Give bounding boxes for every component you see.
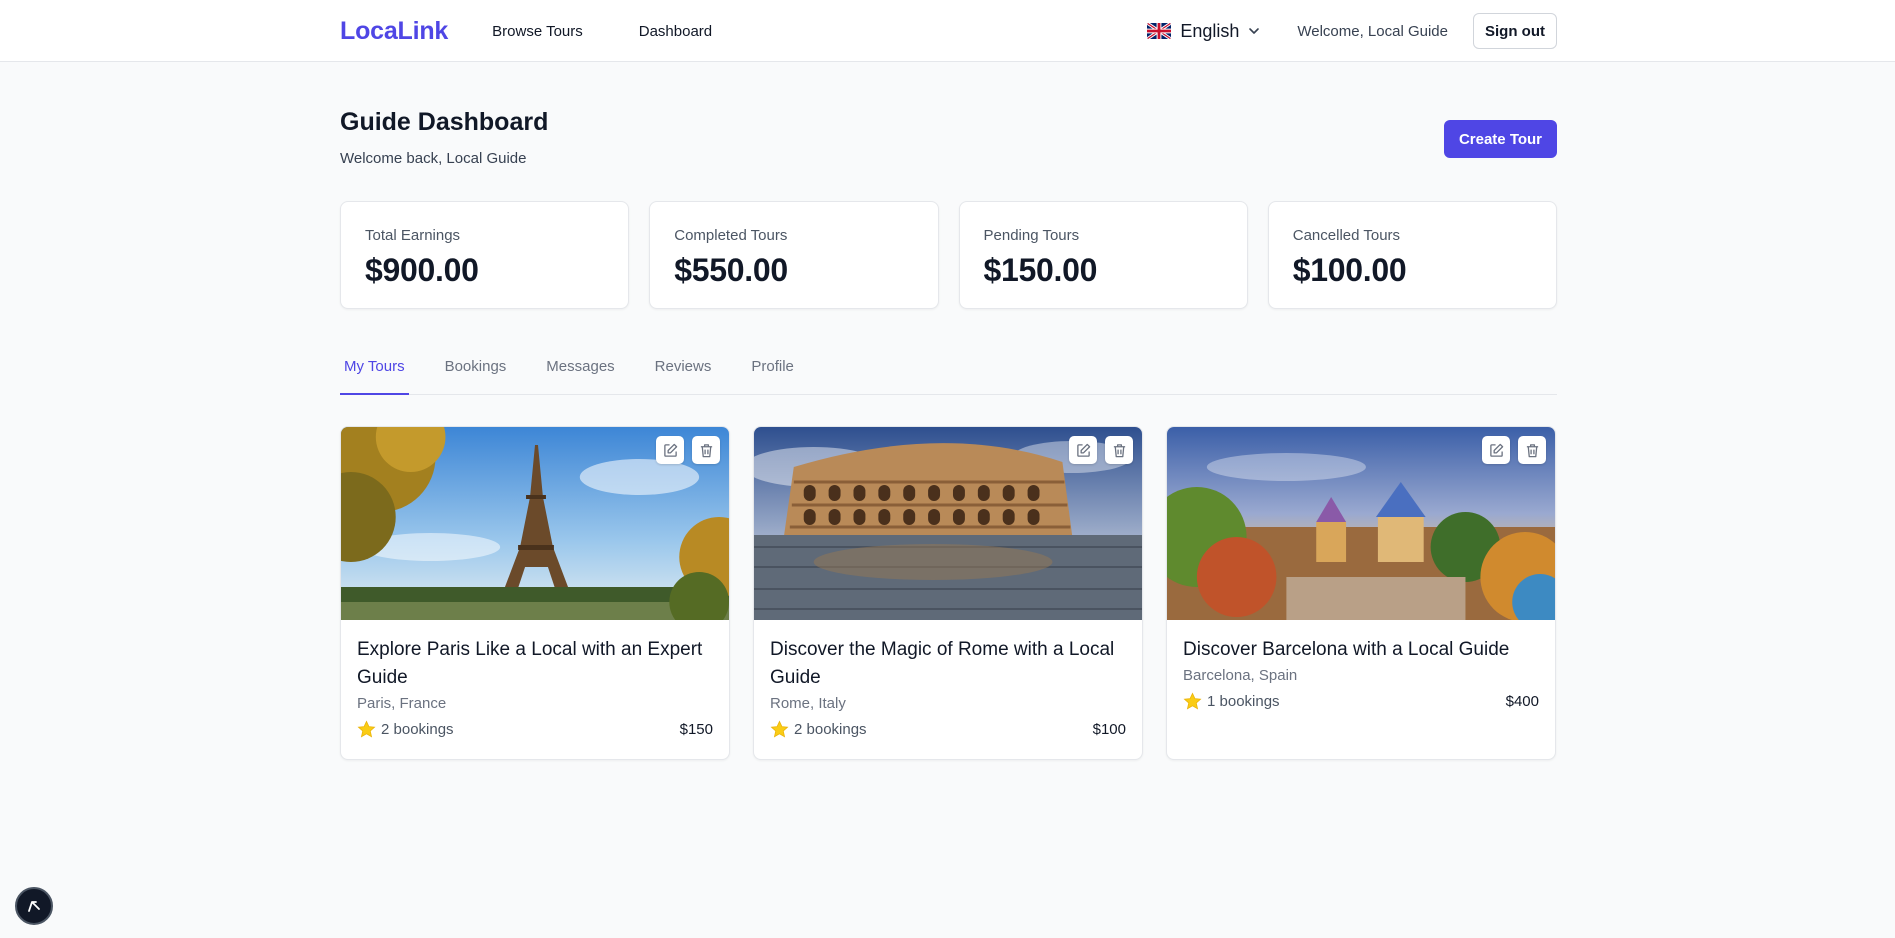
card-body: Explore Paris Like a Local with an Exper… — [341, 620, 729, 739]
create-tour-button[interactable]: Create Tour — [1444, 120, 1557, 158]
welcome-text: Welcome, Local Guide — [1297, 22, 1448, 40]
tour-location: Rome, Italy — [770, 695, 846, 712]
star-icon — [1183, 692, 1202, 710]
star-icon — [357, 720, 376, 738]
nav-dashboard[interactable]: Dashboard — [639, 23, 712, 40]
tour-title[interactable]: Discover Barcelona with a Local Guide — [1183, 636, 1539, 664]
tour-card-grid: Explore Paris Like a Local with an Exper… — [340, 426, 1558, 760]
tour-price: $100 — [1092, 721, 1126, 738]
navbar-content: LocaLink Browse Tours Dashboard English … — [340, 0, 1557, 62]
sign-out-button[interactable]: Sign out — [1473, 13, 1557, 49]
tour-card-barcelona[interactable]: Discover Barcelona with a Local Guide Ba… — [1166, 426, 1556, 760]
dashboard-tabs: My Tours Bookings Messages Reviews Profi… — [340, 356, 1557, 395]
tour-card-rome[interactable]: Discover the Magic of Rome with a Local … — [753, 426, 1143, 760]
tour-card-paris[interactable]: Explore Paris Like a Local with an Exper… — [340, 426, 730, 760]
nav-browse-tours[interactable]: Browse Tours — [492, 23, 583, 40]
stat-value: $900.00 — [365, 252, 479, 288]
tour-location: Barcelona, Spain — [1183, 667, 1298, 684]
edit-icon — [1489, 443, 1503, 457]
cursor-icon — [28, 901, 40, 912]
bookings-count: 2 bookings — [381, 721, 454, 738]
tab-my-tours[interactable]: My Tours — [340, 356, 409, 395]
stat-label: Completed Tours — [674, 227, 788, 244]
tab-messages[interactable]: Messages — [542, 356, 618, 395]
card-actions — [1482, 436, 1546, 464]
stat-card-pending-tours: Pending Tours $150.00 — [958, 201, 1248, 309]
tour-bookings: 1 bookings — [1183, 692, 1280, 711]
delete-tour-button[interactable] — [692, 436, 720, 464]
stat-value: $550.00 — [674, 252, 788, 288]
card-body: Discover the Magic of Rome with a Local … — [754, 620, 1142, 739]
stat-label: Total Earnings — [365, 227, 461, 244]
language-selector[interactable]: English — [1147, 21, 1261, 42]
bookings-count: 1 bookings — [1207, 693, 1280, 710]
edit-tour-button[interactable] — [1482, 436, 1510, 464]
tour-bookings: 2 bookings — [357, 720, 454, 739]
card-actions — [1069, 436, 1133, 464]
stats-row: Total Earnings $900.00 Completed Tours $… — [340, 201, 1557, 309]
star-icon — [770, 720, 789, 738]
stat-card-completed-tours: Completed Tours $550.00 — [649, 201, 939, 309]
top-navbar: LocaLink Browse Tours Dashboard English … — [0, 0, 1895, 62]
trash-icon — [1526, 443, 1538, 457]
edit-tour-button[interactable] — [656, 436, 684, 464]
logo[interactable]: LocaLink — [340, 17, 448, 46]
bookings-count: 2 bookings — [794, 721, 867, 738]
edit-icon — [1076, 443, 1090, 457]
card-actions — [656, 436, 720, 464]
tab-profile[interactable]: Profile — [747, 356, 798, 395]
delete-tour-button[interactable] — [1105, 436, 1133, 464]
tour-bookings: 2 bookings — [770, 720, 867, 739]
tour-price: $400 — [1505, 693, 1539, 710]
tour-price: $150 — [679, 721, 713, 738]
tour-title[interactable]: Explore Paris Like a Local with an Exper… — [357, 636, 713, 692]
uk-flag-icon — [1147, 23, 1172, 39]
floating-action-button[interactable] — [15, 887, 53, 925]
tour-meta: 1 bookings $400 — [1183, 692, 1539, 711]
tour-meta: 2 bookings $100 — [770, 720, 1126, 739]
language-label: English — [1180, 20, 1240, 41]
delete-tour-button[interactable] — [1518, 436, 1546, 464]
chevron-down-icon — [1249, 28, 1260, 34]
tour-title[interactable]: Discover the Magic of Rome with a Local … — [770, 636, 1126, 692]
edit-icon — [663, 443, 677, 457]
card-body: Discover Barcelona with a Local Guide Ba… — [1167, 620, 1555, 711]
tour-meta: 2 bookings $150 — [357, 720, 713, 739]
stat-card-cancelled-tours: Cancelled Tours $100.00 — [1267, 201, 1557, 309]
stat-label: Pending Tours — [983, 227, 1080, 244]
trash-icon — [1113, 443, 1125, 457]
stat-value: $150.00 — [983, 252, 1098, 288]
page-title: Guide Dashboard — [340, 108, 549, 136]
edit-tour-button[interactable] — [1069, 436, 1097, 464]
tab-reviews[interactable]: Reviews — [651, 356, 716, 395]
stat-card-total-earnings: Total Earnings $900.00 — [340, 201, 630, 309]
trash-icon — [700, 443, 712, 457]
page-subtitle: Welcome back, Local Guide — [340, 150, 527, 167]
tab-bookings[interactable]: Bookings — [441, 356, 511, 395]
tour-location: Paris, France — [357, 695, 447, 712]
stat-label: Cancelled Tours — [1292, 227, 1401, 244]
stat-value: $100.00 — [1292, 252, 1407, 288]
